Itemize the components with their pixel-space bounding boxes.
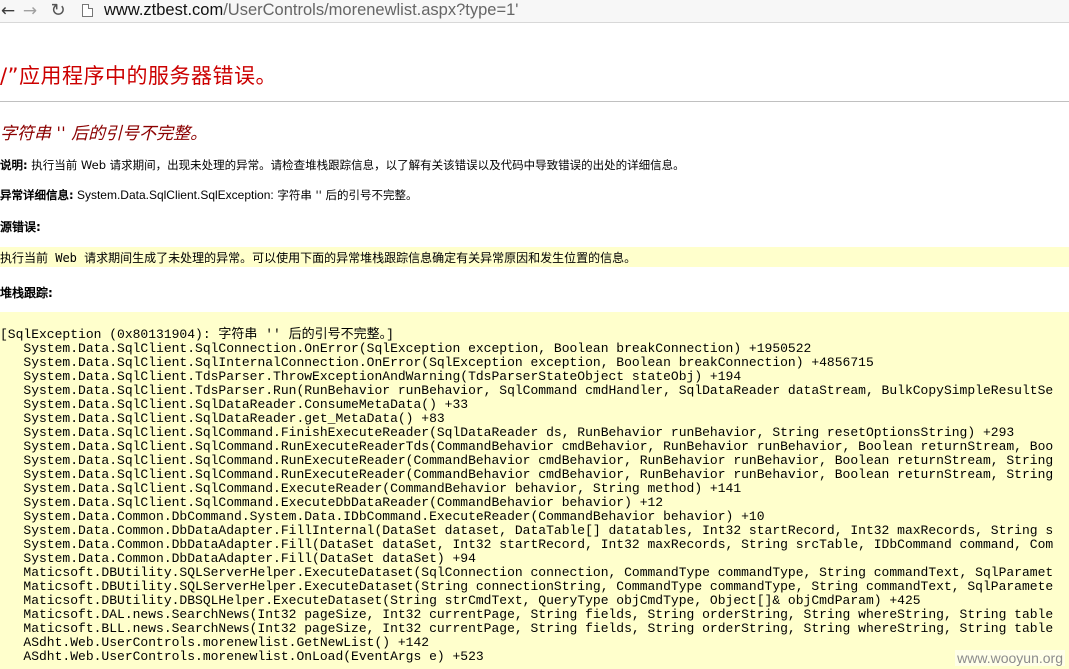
stack-trace-line: Maticsoft.BLL.news.SearchNews(Int32 page… xyxy=(0,621,1054,636)
stack-trace-line: System.Data.Common.DbCommand.System.Data… xyxy=(0,509,765,524)
description-line: 说明: 执行当前 Web 请求期间，出现未处理的异常。请检查堆栈跟踪信息，以了解… xyxy=(0,157,685,173)
divider xyxy=(0,101,1069,102)
stack-trace-line: System.Data.SqlClient.SqlCommand.RunExec… xyxy=(0,453,1054,468)
stack-trace-line: System.Data.SqlClient.SqlConnection.OnEr… xyxy=(0,341,812,356)
stack-trace-box: [SqlException (0x80131904): 字符串 '' 后的引号不… xyxy=(0,312,1069,669)
stack-trace-line: System.Data.SqlClient.SqlCommand.RunExec… xyxy=(0,467,1054,482)
stack-trace-line: ASdht.Web.UserControls.morenewlist.GetNe… xyxy=(0,635,430,650)
browser-toolbar: ← → ↻ www.ztbest.com/UserControls/morene… xyxy=(0,0,1069,23)
stack-trace-line: System.Data.SqlClient.SqlDataReader.get_… xyxy=(0,411,445,426)
stack-trace: [SqlException (0x80131904): 字符串 '' 后的引号不… xyxy=(0,328,1053,664)
stack-trace-line: Maticsoft.DBUtility.DBSQLHelper.ExecuteD… xyxy=(0,593,921,608)
stack-trace-line: Maticsoft.DBUtility.SQLServerHelper.Exec… xyxy=(0,565,1054,580)
stack-trace-line: Maticsoft.DAL.news.SearchNews(Int32 page… xyxy=(0,607,1054,622)
stack-trace-line: System.Data.SqlClient.TdsParser.ThrowExc… xyxy=(0,369,742,384)
stack-trace-line: System.Data.Common.DbDataAdapter.FillInt… xyxy=(0,523,1054,538)
stack-trace-line: System.Data.Common.DbDataAdapter.Fill(Da… xyxy=(0,537,1054,552)
stack-trace-line: [SqlException (0x80131904): 字符串 '' 后的引号不… xyxy=(0,327,394,342)
error-message: 字符串 '' 后的引号不完整。 xyxy=(0,124,208,144)
stack-trace-line: System.Data.SqlClient.SqlCommand.FinishE… xyxy=(0,425,1015,440)
source-error-text: 执行当前 Web 请求期间生成了未处理的异常。可以使用下面的异常堆栈跟踪信息确定… xyxy=(0,251,637,265)
stack-trace-line: System.Data.SqlClient.TdsParser.Run(RunB… xyxy=(0,383,1054,398)
exception-text: 字符串 '' 后的引号不完整。 xyxy=(273,188,418,202)
stack-trace-line: System.Data.Common.DbDataAdapter.Fill(Da… xyxy=(0,551,476,566)
stack-trace-label: 堆栈跟踪: xyxy=(0,286,53,300)
stack-trace-line: System.Data.SqlClient.SqlDataReader.Cons… xyxy=(0,397,469,412)
description-text: 执行当前 Web 请求期间，出现未处理的异常。请检查堆栈跟踪信息，以了解有关该错… xyxy=(27,158,685,172)
watermark: www.wooyun.org xyxy=(955,650,1065,666)
source-error-label: 源错误: xyxy=(0,220,41,234)
stack-trace-line: System.Data.SqlClient.SqlInternalConnect… xyxy=(0,355,874,370)
source-error-box: 执行当前 Web 请求期间生成了未处理的异常。可以使用下面的异常堆栈跟踪信息确定… xyxy=(0,247,1069,267)
page-title: /”应用程序中的服务器错误。 xyxy=(0,64,277,88)
stack-trace-line: System.Data.SqlClient.SqlCommand.RunExec… xyxy=(0,439,1054,454)
exception-label: 异常详细信息: xyxy=(0,188,74,202)
stack-trace-line: System.Data.SqlClient.SqlCommand.Execute… xyxy=(0,495,664,510)
exception-details-line: 异常详细信息: System.Data.SqlClient.SqlExcepti… xyxy=(0,187,418,203)
exception-type: System.Data.SqlClient.SqlException: xyxy=(73,188,274,202)
stack-trace-line: ASdht.Web.UserControls.morenewlist.OnLoa… xyxy=(0,649,484,664)
page-icon xyxy=(82,4,93,17)
arrow-right-icon[interactable]: → xyxy=(20,0,40,22)
url-path: /UserControls/morenewlist.aspx?type=1' xyxy=(223,1,519,19)
reload-icon[interactable]: ↻ xyxy=(48,0,68,22)
description-label: 说明: xyxy=(0,158,28,172)
url-host: www.ztbest.com xyxy=(104,1,224,19)
arrow-left-icon[interactable]: ← xyxy=(0,0,18,22)
stack-trace-line: Maticsoft.DBUtility.SQLServerHelper.Exec… xyxy=(0,579,1054,594)
stack-trace-line: System.Data.SqlClient.SqlCommand.Execute… xyxy=(0,481,742,496)
address-bar[interactable]: www.ztbest.com/UserControls/morenewlist.… xyxy=(104,0,518,22)
